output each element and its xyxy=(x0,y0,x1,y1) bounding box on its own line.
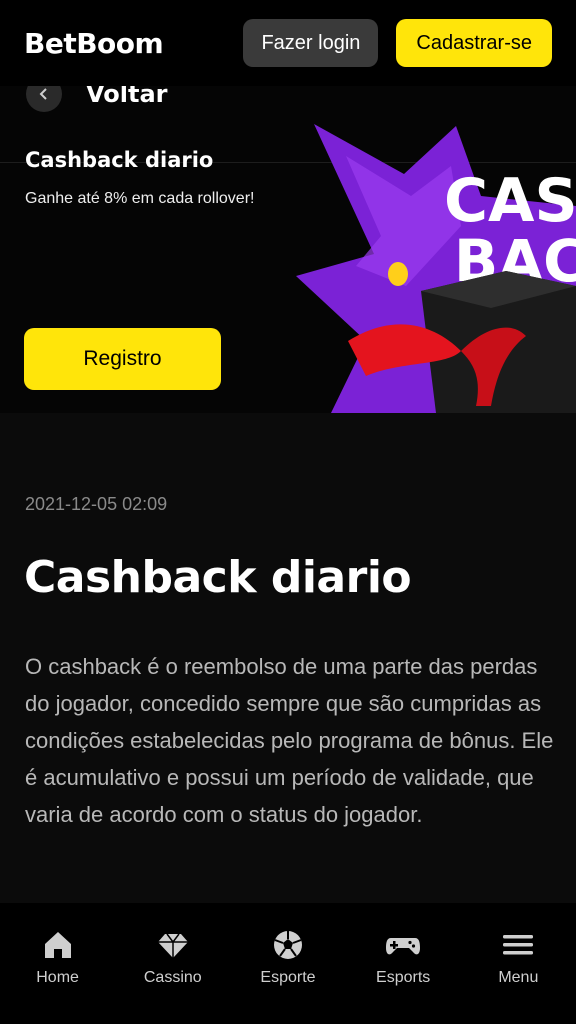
bottom-navigation: Home Cassino Esporte Esports Menu xyxy=(0,903,576,1024)
brand-logo[interactable]: BetBoom xyxy=(24,27,164,60)
top-header: BetBoom Fazer login Cadastrar-se xyxy=(0,0,576,86)
signup-button[interactable]: Cadastrar-se xyxy=(396,19,552,67)
login-button[interactable]: Fazer login xyxy=(243,19,379,67)
article-body: O cashback é o reembolso de uma parte da… xyxy=(25,654,554,827)
nav-label-sports: Esporte xyxy=(260,969,316,986)
banner-subtitle: Ganhe até 8% em cada rollover! xyxy=(25,190,255,207)
gamepad-icon xyxy=(385,927,421,963)
header-actions: Fazer login Cadastrar-se xyxy=(243,19,552,67)
nav-label-casino: Cassino xyxy=(143,969,202,986)
cashback-gift-illustration: CASH BACK xyxy=(296,124,576,413)
nav-item-menu[interactable]: Menu xyxy=(468,927,568,987)
back-arrow-icon xyxy=(26,86,62,112)
nav-item-home[interactable]: Home xyxy=(8,927,108,987)
menu-icon xyxy=(500,927,536,963)
art-cash-text: CASH xyxy=(444,166,576,236)
nav-label-home: Home xyxy=(36,969,79,986)
page-title: Cashback diario xyxy=(24,552,412,603)
nav-label-menu: Menu xyxy=(498,969,539,986)
nav-item-casino[interactable]: Cassino xyxy=(123,927,223,987)
banner-title: Cashback diario xyxy=(25,148,214,172)
home-icon xyxy=(40,927,76,963)
diamond-icon xyxy=(155,927,191,963)
registration-button[interactable]: Registro xyxy=(24,328,221,390)
nav-item-esports[interactable]: Esports xyxy=(353,927,453,987)
publish-date: 2021-12-05 02:09 xyxy=(25,494,168,514)
promo-banner: Voltar Cashback diario Ganhe até 8% em c… xyxy=(0,86,576,413)
nav-item-sports[interactable]: Esporte xyxy=(238,927,338,987)
back-label: Voltar xyxy=(86,86,168,108)
back-link[interactable]: Voltar xyxy=(26,86,167,112)
nav-label-esports: Esports xyxy=(376,969,431,986)
soccer-ball-icon xyxy=(270,927,306,963)
